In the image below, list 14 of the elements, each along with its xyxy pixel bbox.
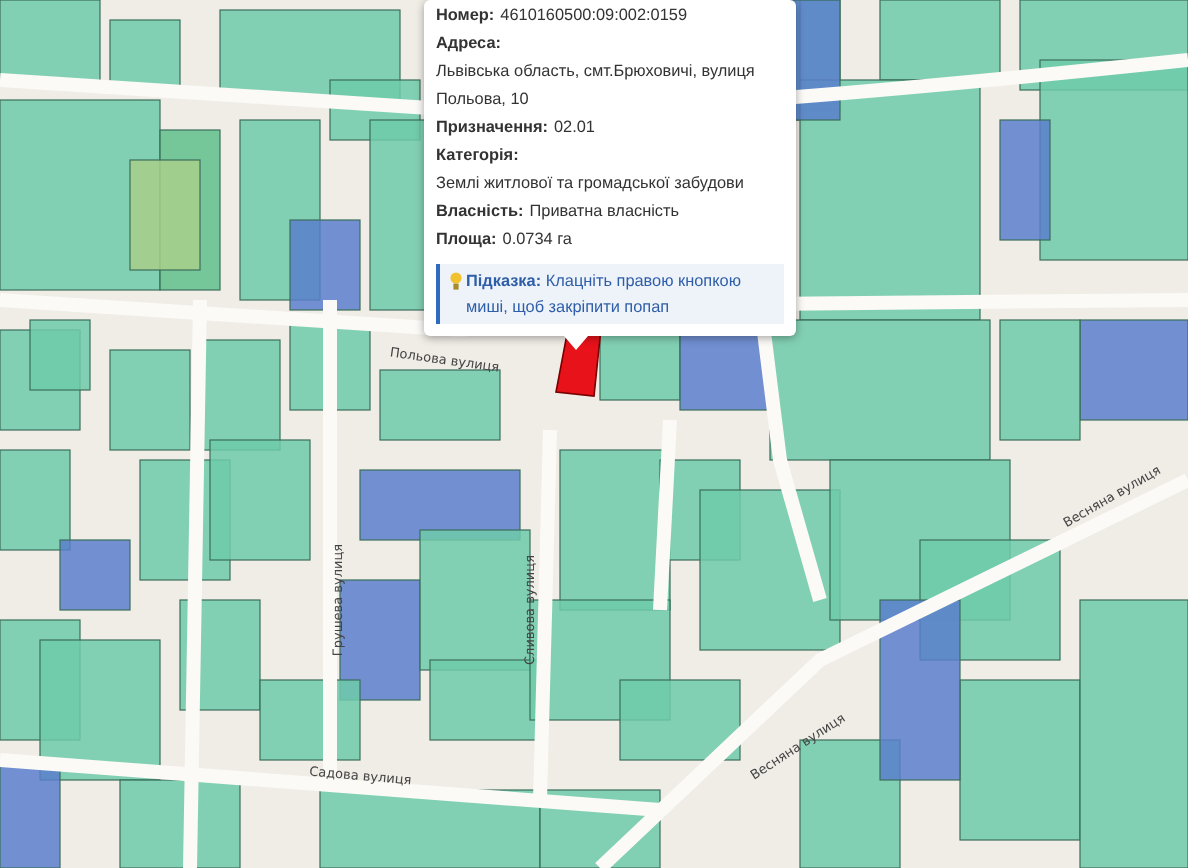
- field-label: Площа:: [436, 228, 497, 252]
- lightbulb-icon: [450, 272, 462, 290]
- hint-text: Підказка: Клацніть правою кнопкою миші, щоб закріпити попап: [466, 270, 743, 320]
- field-label: Адреса:: [436, 32, 501, 56]
- field-value: Приватна власність: [529, 200, 680, 224]
- field-label: Номер:: [436, 4, 495, 28]
- field-value: 4610160500:09:002:0159: [500, 4, 687, 28]
- field-value: 02.01: [554, 116, 595, 140]
- field-value: Львівська область, смт.Брюховичі, вулиця Польова, 10: [436, 60, 757, 112]
- field-label: Власність:: [436, 200, 524, 224]
- field-value: Землі житлової та громадської забудови: [436, 172, 744, 196]
- field-label: Категорія:: [436, 144, 519, 168]
- field-value: 0.0734 га: [502, 228, 572, 252]
- field-label: Призначення:: [436, 116, 548, 140]
